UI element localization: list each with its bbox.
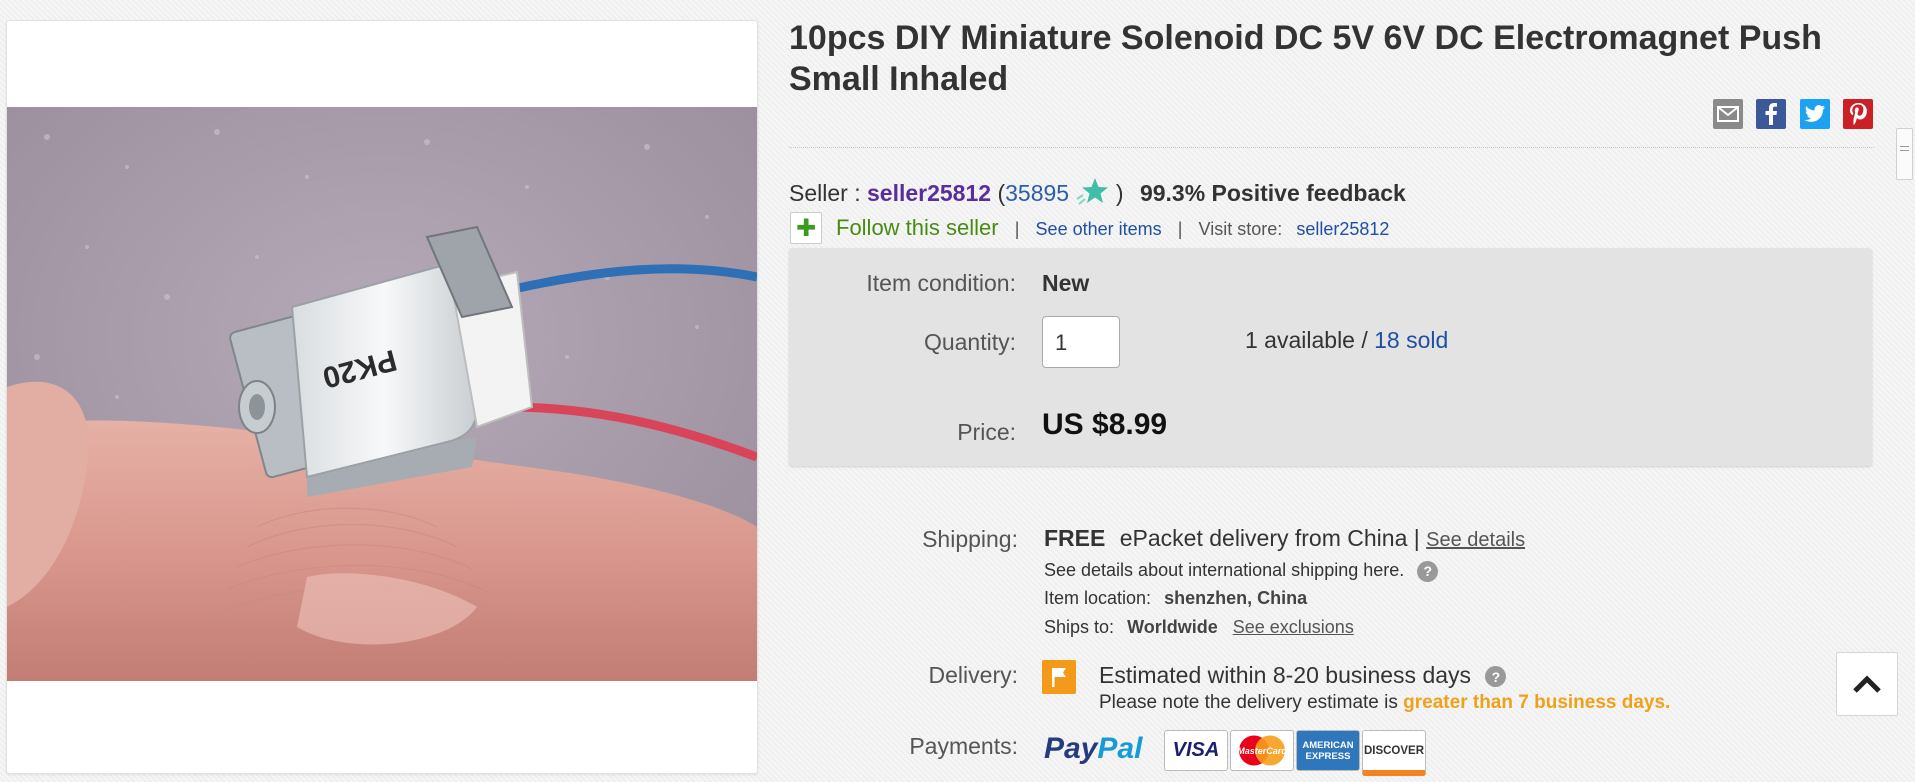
availability: 1 available / 18 sold xyxy=(1245,327,1448,354)
paypal-logo: PayPal xyxy=(1044,732,1142,766)
available-count: 1 available / xyxy=(1245,327,1368,353)
scrollbar-thumb[interactable] xyxy=(1896,128,1913,180)
payments-label: Payments: xyxy=(909,733,1018,759)
delivery-note: Please note the delivery estimate is gre… xyxy=(1099,692,1670,714)
see-exclusions-link[interactable]: See exclusions xyxy=(1233,617,1354,637)
divider xyxy=(789,147,1874,148)
amex-card-icon: AMERICAN EXPRESS xyxy=(1296,730,1360,771)
seller-links: Follow this seller | See other items | V… xyxy=(836,215,1389,241)
item-location-value: shenzhen, China xyxy=(1164,588,1308,608)
help-icon[interactable]: ? xyxy=(1417,560,1439,582)
separator: | xyxy=(1014,219,1020,239)
intl-shipping-text: See details about international shipping… xyxy=(1044,560,1405,580)
condition-label: Item condition: xyxy=(866,270,1016,296)
condition-value: New xyxy=(1042,270,1090,296)
visit-store-label: Visit store: xyxy=(1198,219,1283,239)
help-icon[interactable]: ? xyxy=(1485,666,1507,688)
price-label: Price: xyxy=(957,419,1016,445)
product-image-card[interactable]: PK20 xyxy=(6,20,758,774)
paypal-part2: Pal xyxy=(1097,732,1143,765)
email-icon[interactable] xyxy=(1713,99,1743,129)
visa-card-icon: VISA xyxy=(1164,730,1228,771)
open-paren: ( xyxy=(997,180,1006,206)
separator: | xyxy=(1177,219,1183,239)
twitter-icon[interactable] xyxy=(1800,99,1830,129)
mastercard-icon: MasterCard xyxy=(1230,730,1294,771)
delivery-estimate-text: Estimated within 8-20 business days xyxy=(1099,662,1472,688)
store-link[interactable]: seller25812 xyxy=(1296,219,1389,239)
seller-label: Seller : xyxy=(789,180,861,206)
positive-feedback: 99.3% Positive feedback xyxy=(1139,180,1406,206)
feedback-score-link[interactable]: 35895 xyxy=(1005,180,1069,206)
product-photo[interactable]: PK20 xyxy=(7,107,757,681)
ships-to: Ships to: Worldwide See exclusions xyxy=(1044,617,1354,638)
free-shipping: FREE xyxy=(1044,525,1106,551)
follow-plus-icon[interactable]: ✚ xyxy=(790,212,822,244)
ships-to-value: Worldwide xyxy=(1127,617,1218,637)
close-paren: ) xyxy=(1115,180,1124,206)
see-other-items-link[interactable]: See other items xyxy=(1036,219,1162,239)
paypal-part1: Pay xyxy=(1044,732,1098,765)
facebook-icon[interactable] xyxy=(1756,99,1786,129)
flag-icon xyxy=(1042,660,1076,694)
sold-count-link[interactable]: 18 sold xyxy=(1374,327,1448,353)
star-icon xyxy=(1076,178,1109,205)
back-to-top-button[interactable] xyxy=(1836,652,1898,716)
shipping-label: Shipping: xyxy=(922,526,1018,552)
item-location-label: Item location: xyxy=(1044,588,1152,608)
shipping-method: ePacket delivery from China | xyxy=(1119,525,1420,551)
quantity-label: Quantity: xyxy=(923,329,1016,355)
product-title: 10pcs DIY Miniature Solenoid DC 5V 6V DC… xyxy=(789,19,1822,98)
delivery-estimate: Estimated within 8-20 business days ? xyxy=(1099,662,1507,689)
delivery-label: Delivery: xyxy=(928,662,1018,688)
price-value: US $8.99 xyxy=(1042,408,1168,441)
shipping-details-link[interactable]: See details xyxy=(1426,529,1525,551)
chevron-up-icon xyxy=(1853,675,1881,693)
follow-seller-link[interactable]: Follow this seller xyxy=(836,215,999,240)
pinterest-icon[interactable] xyxy=(1843,99,1873,129)
seller-name-link[interactable]: seller25812 xyxy=(867,180,991,206)
item-location: Item location: shenzhen, China xyxy=(1044,588,1307,609)
ships-to-label: Ships to: xyxy=(1044,617,1115,637)
mastercard-label: MasterCard xyxy=(1237,746,1287,756)
delivery-note-text: Please note the delivery estimate is xyxy=(1099,692,1398,713)
seller-info: Seller : seller25812 (35895 ) 99.3% Posi… xyxy=(789,177,1406,207)
intl-shipping-note: See details about international shipping… xyxy=(1044,560,1439,582)
shipping-main: FREE ePacket delivery from China | See d… xyxy=(1044,525,1525,552)
quantity-input[interactable]: 1 xyxy=(1042,316,1120,368)
delivery-note-highlight: greater than 7 business days. xyxy=(1403,692,1671,713)
discover-card-icon: DISCOVER xyxy=(1362,730,1426,776)
